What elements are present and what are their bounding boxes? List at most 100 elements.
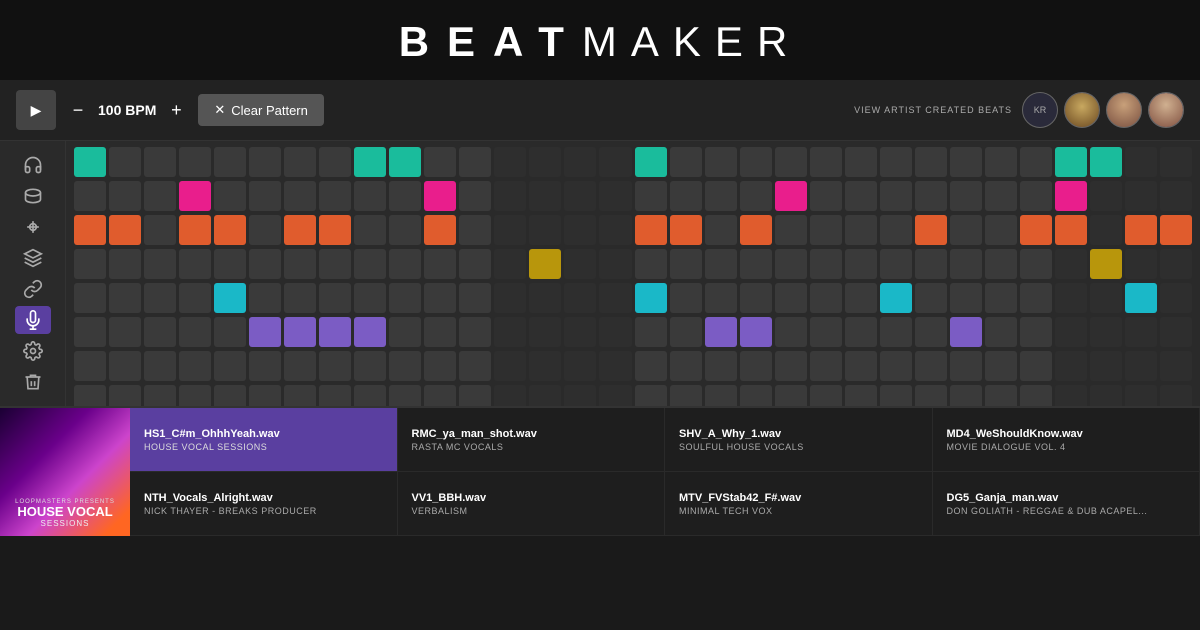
beat-cell-r5-c27[interactable] [1020,317,1052,347]
beat-cell-r1-c27[interactable] [1020,181,1052,211]
beat-cell-r5-c15[interactable] [599,317,631,347]
beat-cell-r3-c17[interactable] [670,249,702,279]
beat-cell-r6-c26[interactable] [985,351,1017,381]
beat-cell-r3-c16[interactable] [635,249,667,279]
beat-cell-r0-c21[interactable] [810,147,842,177]
beat-cell-r6-c5[interactable] [249,351,281,381]
beat-cell-r6-c14[interactable] [564,351,596,381]
sample-item-7[interactable]: DG5_Ganja_man.wavDON GOLIATH - REGGAE & … [933,472,1200,536]
beat-cell-r5-c23[interactable] [880,317,912,347]
beat-cell-r6-c28[interactable] [1055,351,1087,381]
track-icon-tune[interactable] [15,213,51,241]
beat-cell-r6-c24[interactable] [915,351,947,381]
beat-cell-r0-c25[interactable] [950,147,982,177]
beat-cell-r0-c18[interactable] [705,147,737,177]
beat-cell-r1-c28[interactable] [1055,181,1087,211]
beat-cell-r3-c1[interactable] [109,249,141,279]
beat-cell-r5-c28[interactable] [1055,317,1087,347]
beat-cell-r4-c26[interactable] [985,283,1017,313]
beat-cell-r1-c3[interactable] [179,181,211,211]
beat-cell-r4-c10[interactable] [424,283,456,313]
beat-cell-r2-c14[interactable] [564,215,596,245]
beat-cell-r2-c24[interactable] [915,215,947,245]
track-icon-drum[interactable] [15,182,51,210]
beat-cell-r1-c12[interactable] [494,181,526,211]
beat-cell-r1-c7[interactable] [319,181,351,211]
beat-cell-r2-c8[interactable] [354,215,386,245]
beat-cell-r4-c11[interactable] [459,283,491,313]
beat-cell-r2-c29[interactable] [1090,215,1122,245]
beat-cell-r7-c27[interactable] [1020,385,1052,406]
beat-cell-r1-c24[interactable] [915,181,947,211]
beat-cell-r1-c2[interactable] [144,181,176,211]
sample-item-4[interactable]: NTH_Vocals_Alright.wavNICK THAYER - BREA… [130,472,398,536]
beat-cell-r1-c11[interactable] [459,181,491,211]
beat-cell-r6-c18[interactable] [705,351,737,381]
beat-cell-r0-c17[interactable] [670,147,702,177]
beat-cell-r2-c7[interactable] [319,215,351,245]
beat-cell-r4-c17[interactable] [670,283,702,313]
sample-item-2[interactable]: SHV_A_Why_1.wavSOULFUL HOUSE VOCALS [665,408,933,472]
beat-cell-r1-c15[interactable] [599,181,631,211]
beat-cell-r4-c14[interactable] [564,283,596,313]
beat-cell-r1-c20[interactable] [775,181,807,211]
beat-cell-r6-c10[interactable] [424,351,456,381]
beat-cell-r5-c12[interactable] [494,317,526,347]
track-icon-gear[interactable] [15,337,51,365]
beat-cell-r4-c0[interactable] [74,283,106,313]
beat-cell-r4-c9[interactable] [389,283,421,313]
beat-cell-r5-c30[interactable] [1125,317,1157,347]
beat-cell-r5-c26[interactable] [985,317,1017,347]
beat-cell-r4-c31[interactable] [1160,283,1192,313]
beat-cell-r0-c5[interactable] [249,147,281,177]
beat-cell-r6-c29[interactable] [1090,351,1122,381]
beat-cell-r3-c11[interactable] [459,249,491,279]
beat-cell-r5-c14[interactable] [564,317,596,347]
beat-cell-r7-c20[interactable] [775,385,807,406]
beat-cell-r3-c27[interactable] [1020,249,1052,279]
beat-cell-r0-c27[interactable] [1020,147,1052,177]
beat-cell-r2-c28[interactable] [1055,215,1087,245]
beat-cell-r0-c19[interactable] [740,147,772,177]
beat-cell-r4-c16[interactable] [635,283,667,313]
beat-cell-r2-c4[interactable] [214,215,246,245]
artist-avatar-2[interactable] [1064,92,1100,128]
beat-cell-r2-c23[interactable] [880,215,912,245]
beat-cell-r0-c29[interactable] [1090,147,1122,177]
beat-cell-r2-c10[interactable] [424,215,456,245]
beat-cell-r2-c26[interactable] [985,215,1017,245]
beat-cell-r6-c0[interactable] [74,351,106,381]
beat-cell-r5-c10[interactable] [424,317,456,347]
beat-cell-r3-c5[interactable] [249,249,281,279]
beat-cell-r4-c24[interactable] [915,283,947,313]
beat-cell-r6-c27[interactable] [1020,351,1052,381]
beat-cell-r2-c6[interactable] [284,215,316,245]
beat-cell-r4-c28[interactable] [1055,283,1087,313]
beat-cell-r2-c17[interactable] [670,215,702,245]
beat-cell-r2-c0[interactable] [74,215,106,245]
beat-cell-r4-c1[interactable] [109,283,141,313]
track-icon-trash[interactable] [15,368,51,396]
beat-cell-r1-c18[interactable] [705,181,737,211]
beat-cell-r3-c21[interactable] [810,249,842,279]
beat-cell-r7-c0[interactable] [74,385,106,406]
beat-cell-r3-c22[interactable] [845,249,877,279]
beat-cell-r7-c29[interactable] [1090,385,1122,406]
beat-cell-r5-c24[interactable] [915,317,947,347]
beat-cell-r0-c22[interactable] [845,147,877,177]
beat-cell-r3-c3[interactable] [179,249,211,279]
beat-cell-r5-c29[interactable] [1090,317,1122,347]
beat-cell-r5-c21[interactable] [810,317,842,347]
beat-cell-r1-c9[interactable] [389,181,421,211]
beat-cell-r2-c22[interactable] [845,215,877,245]
beat-cell-r4-c19[interactable] [740,283,772,313]
beat-cell-r5-c4[interactable] [214,317,246,347]
track-icon-link[interactable] [15,275,51,303]
beat-cell-r4-c25[interactable] [950,283,982,313]
beat-cell-r7-c7[interactable] [319,385,351,406]
beat-cell-r4-c13[interactable] [529,283,561,313]
beat-cell-r1-c31[interactable] [1160,181,1192,211]
beat-cell-r4-c4[interactable] [214,283,246,313]
beat-cell-r3-c0[interactable] [74,249,106,279]
beat-cell-r1-c25[interactable] [950,181,982,211]
